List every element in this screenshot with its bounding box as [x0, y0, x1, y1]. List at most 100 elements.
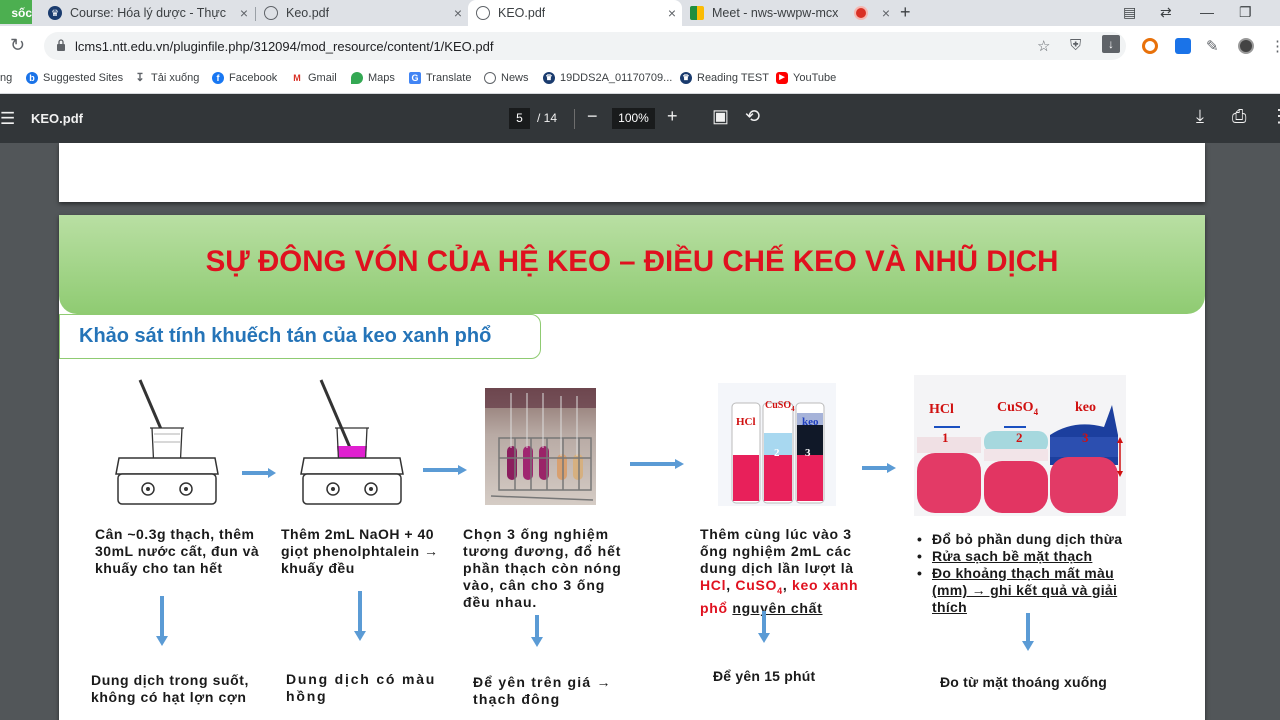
description-line: 30mL nước cất, đun và: [95, 543, 260, 559]
description-line: Cân ~0.3g thạch, thêm: [95, 526, 255, 542]
youtube-icon: ▶: [776, 72, 788, 84]
reload-icon[interactable]: ↻: [10, 35, 25, 56]
tab-meet[interactable]: Meet - nws-wwpw-mcx ×: [682, 0, 896, 26]
more-options-icon[interactable]: ⋮: [1270, 106, 1280, 127]
address-bar[interactable]: lcms1.ntt.edu.vn/pluginfile.php/312094/m…: [44, 32, 1126, 60]
lock-icon: [57, 39, 65, 51]
arrow-down-icon: [1022, 613, 1034, 651]
tab-keo-pdf[interactable]: Keo.pdf ×: [256, 0, 468, 26]
pdf-page: SỰ ĐÔNG VÓN CỦA HỆ KEO – ĐIỀU CHẾ KEO VÀ…: [59, 215, 1205, 720]
arrow-down-icon: [758, 611, 770, 643]
step-4-description: Thêm cùng lúc vào 3 ống nghiệm 2mL các d…: [700, 526, 858, 617]
bookmark-translate[interactable]: G Translate: [409, 72, 471, 84]
description-line: đều nhau.: [463, 594, 538, 610]
bookmark-label: Gmail: [308, 72, 337, 84]
step-5-bullets: Đổ bỏ phần dung dịch thừa Rửa sạch bề mặ…: [915, 531, 1122, 582]
zoom-in-button[interactable]: +: [667, 106, 678, 127]
maps-icon: [351, 72, 363, 84]
close-icon[interactable]: ×: [882, 5, 890, 21]
label-text: CuSO: [765, 400, 792, 411]
bookmark-maps[interactable]: Maps: [351, 72, 395, 84]
reagent-line: HCl, CuSO4, keo xanh: [700, 577, 858, 600]
description-line: dung dịch lần lượt là: [700, 560, 854, 576]
bullet-item: Đo khoảng thạch mất màu: [915, 565, 1122, 582]
reagent-separator: ,: [782, 577, 793, 593]
bookmark-label: Translate: [426, 72, 472, 84]
download-icon[interactable]: ⤓: [1196, 106, 1204, 127]
result-line: không có hạt lợn cợn: [91, 689, 247, 705]
label-subscript: 4: [791, 405, 795, 413]
minimize-button[interactable]: —: [1200, 4, 1214, 20]
slide-subtitle: Khảo sát tính khuếch tán của keo xanh ph…: [79, 325, 492, 347]
print-icon[interactable]: ⎙: [1232, 106, 1246, 127]
bookmark-download[interactable]: ↧ Tải xuống: [134, 72, 199, 84]
bookmark-facebook[interactable]: f Facebook: [212, 72, 277, 84]
arrow-right-icon: [630, 459, 684, 469]
new-tab-button[interactable]: +: [900, 2, 911, 23]
bookmark-reading-test[interactable]: ♛ Reading TEST: [680, 72, 769, 84]
slide-title: SỰ ĐÔNG VÓN CỦA HỆ KEO – ĐIỀU CHẾ KEO VÀ…: [205, 245, 1059, 278]
extension-orange-icon[interactable]: [1142, 38, 1158, 54]
globe-icon: [476, 6, 490, 20]
bookmark-item[interactable]: ng: [0, 72, 12, 84]
reagent-line-2: phổ nguyên chất: [700, 600, 858, 617]
tab-strip: sốc ♛ Course: Hóa lý dược - Thực h × Keo…: [0, 0, 1280, 26]
bookmark-suggested-sites[interactable]: b Suggested Sites: [26, 72, 123, 84]
result-line: thạch đông: [473, 691, 561, 707]
url-text: lcms1.ntt.edu.vn/pluginfile.php/312094/m…: [75, 39, 494, 54]
star-icon[interactable]: ☆: [1037, 37, 1050, 55]
description-line: Thêm cùng lúc vào 3: [700, 526, 852, 542]
tab-label: Meet - nws-wwpw-mcx: [712, 6, 839, 20]
tab-course[interactable]: ♛ Course: Hóa lý dược - Thực h ×: [40, 0, 254, 26]
menu-icon[interactable]: ☰: [0, 109, 15, 129]
bullet-item: Đổ bỏ phần dung dịch thừa: [915, 531, 1122, 548]
puzzle-icon[interactable]: ✎: [1206, 37, 1219, 55]
bookmark-label: ng: [0, 72, 13, 84]
download-icon[interactable]: ↓: [1102, 35, 1120, 53]
photo-label-3: 3: [805, 447, 811, 459]
label-subscript: 4: [1033, 406, 1039, 417]
description-line: phần thạch còn nóng: [463, 560, 622, 576]
bookmark-course-19dds2a[interactable]: ♛ 19DDS2A_01170709...: [543, 72, 672, 84]
description-line: Chọn 3 ống nghiệm: [463, 526, 609, 542]
result-line: Đo từ mặt thoáng xuống: [940, 674, 1107, 690]
bookmark-gmail[interactable]: M Gmail: [291, 72, 337, 84]
bullet-item: Rửa sạch bề mặt thạch: [915, 548, 1122, 565]
fit-page-icon[interactable]: ▣: [712, 106, 729, 127]
test-tube-rack-illustration: [485, 388, 596, 501]
close-icon[interactable]: ×: [454, 5, 462, 21]
zoom-out-button[interactable]: −: [587, 106, 598, 127]
tab-fragment-label: sốc: [11, 6, 32, 20]
description-line: Thêm 2mL NaOH + 40: [281, 526, 435, 542]
bookmark-label: YouTube: [793, 72, 837, 84]
shield-icon[interactable]: ⛨: [1070, 37, 1081, 54]
zoom-input[interactable]: 100%: [612, 108, 655, 129]
pdf-viewport[interactable]: SỰ ĐÔNG VÓN CỦA HỆ KEO – ĐIỀU CHẾ KEO VÀ…: [0, 143, 1280, 720]
bookmark-news[interactable]: News: [484, 72, 529, 84]
extension-blue-icon[interactable]: [1175, 38, 1191, 54]
rotate-icon[interactable]: ⟲: [745, 106, 760, 127]
avatar[interactable]: [1238, 38, 1254, 54]
tab-keo-pdf-active[interactable]: KEO.pdf ×: [468, 0, 682, 26]
page-number-input[interactable]: 5: [509, 108, 530, 129]
back-arrow-icon[interactable]: ⇄: [1160, 4, 1172, 21]
step-2-description: Thêm 2mL NaOH + 40 giọt phenolphtalein →…: [281, 526, 439, 577]
more-menu-icon[interactable]: ⋮: [1270, 37, 1280, 55]
restore-button[interactable]: ❐: [1239, 4, 1252, 21]
bookmark-youtube[interactable]: ▶ YouTube: [776, 72, 836, 84]
description-line: khuấy cho tan hết: [95, 560, 223, 576]
close-icon[interactable]: ×: [240, 5, 248, 21]
tab-search-icon[interactable]: ▤: [1123, 4, 1136, 21]
recording-icon: [856, 8, 866, 18]
description-line: khuấy đều: [281, 560, 355, 576]
arrow-down-icon: [156, 596, 168, 646]
photo-label-hcl: HCl: [929, 402, 954, 417]
result-line: Dung dịch có màu: [286, 671, 437, 687]
close-icon[interactable]: ×: [668, 5, 676, 21]
course-icon: ♛: [48, 6, 62, 20]
tab-partial-left[interactable]: sốc: [0, 0, 32, 24]
bookmark-label: Maps: [368, 72, 395, 84]
bullet-continuation: (mm) → ghi kết quả và giải: [932, 582, 1118, 598]
hotplate-pink-beaker-illustration: [300, 379, 404, 505]
arrow-right-icon: [242, 468, 276, 478]
